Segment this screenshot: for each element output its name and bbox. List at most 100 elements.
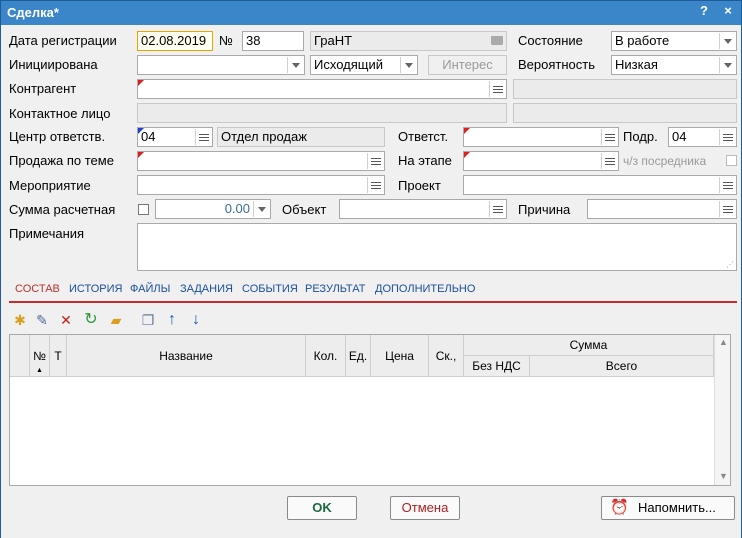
event-label: Мероприятие bbox=[9, 178, 91, 193]
scroll-down-icon[interactable]: ▼ bbox=[719, 471, 728, 481]
interest-button[interactable]: Интерес bbox=[428, 55, 507, 75]
help-button[interactable]: ? bbox=[695, 3, 713, 18]
ok-button[interactable]: OK bbox=[287, 496, 357, 520]
folder-open-icon[interactable]: ▰ bbox=[107, 311, 125, 329]
sort-asc-icon: ▲ bbox=[36, 367, 43, 374]
grid-col-discount[interactable]: Ск., bbox=[429, 335, 464, 377]
tab-composition[interactable]: СОСТАВ bbox=[15, 283, 60, 295]
tab-history[interactable]: ИСТОРИЯ bbox=[69, 283, 122, 295]
tab-additional[interactable]: ДОПОЛНИТЕЛЬНО bbox=[375, 283, 475, 295]
sum-input[interactable]: 0.00 bbox=[155, 199, 271, 219]
grid-col-qty[interactable]: Кол. bbox=[306, 335, 346, 377]
grid-col-t[interactable]: Т bbox=[50, 335, 67, 377]
form-content: Дата регистрации 02.08.2019 № 38 ГраНТ С… bbox=[1, 25, 741, 538]
folder-icon[interactable] bbox=[491, 36, 503, 45]
tab-events[interactable]: СОБЫТИЯ bbox=[242, 283, 298, 295]
direction-select[interactable]: Исходящий bbox=[310, 55, 418, 75]
sale-topic-input[interactable] bbox=[137, 151, 385, 171]
object-label: Объект bbox=[282, 202, 327, 217]
refresh-icon[interactable]: ↻ bbox=[82, 311, 100, 329]
counterparty-label: Контрагент bbox=[9, 81, 77, 96]
division-value: 04 bbox=[672, 129, 687, 144]
list-icon[interactable] bbox=[489, 81, 505, 97]
state-label: Состояние bbox=[518, 33, 583, 48]
alarm-clock-icon: ⏰ bbox=[610, 499, 629, 516]
scroll-up-icon[interactable]: ▲ bbox=[719, 337, 728, 347]
direction-value: Исходящий bbox=[314, 57, 383, 72]
probability-value: Низкая bbox=[615, 57, 658, 72]
grid-col-sum[interactable]: Сумма bbox=[464, 335, 714, 356]
list-icon[interactable] bbox=[719, 201, 735, 217]
list-icon[interactable] bbox=[489, 201, 505, 217]
counterparty-input[interactable] bbox=[137, 79, 507, 99]
list-icon[interactable] bbox=[719, 129, 735, 145]
delete-icon[interactable]: ✕ bbox=[57, 311, 75, 329]
contact-input[interactable] bbox=[137, 103, 507, 123]
grid-col-no[interactable]: № ▲ bbox=[30, 335, 50, 377]
chevron-down-icon[interactable] bbox=[400, 57, 416, 73]
grid-vertical-scrollbar[interactable]: ▲ ▼ bbox=[714, 335, 730, 485]
window-title: Сделка* bbox=[7, 5, 59, 20]
probability-label: Вероятность bbox=[518, 57, 595, 72]
tab-tasks[interactable]: ЗАДАНИЯ bbox=[180, 283, 233, 295]
reason-input[interactable] bbox=[587, 199, 737, 219]
remind-button[interactable]: ⏰ Напомнить... bbox=[601, 496, 735, 520]
list-icon[interactable] bbox=[195, 129, 211, 145]
list-icon[interactable] bbox=[719, 177, 735, 193]
project-label: Проект bbox=[398, 178, 441, 193]
state-value: В работе bbox=[615, 33, 670, 48]
state-select[interactable]: В работе bbox=[611, 31, 737, 51]
responsible-label: Ответст. bbox=[398, 129, 449, 144]
event-input[interactable] bbox=[137, 175, 385, 195]
chevron-down-icon[interactable] bbox=[719, 33, 735, 49]
resp-center-code-input[interactable]: 04 bbox=[137, 127, 213, 147]
grid-col-unit[interactable]: Ед. bbox=[346, 335, 371, 377]
counterparty-extra-field bbox=[513, 79, 737, 99]
tab-result[interactable]: РЕЗУЛЬТАТ bbox=[305, 283, 365, 295]
close-button[interactable]: × bbox=[719, 3, 737, 18]
division-input[interactable]: 04 bbox=[668, 127, 737, 147]
number-input[interactable]: 38 bbox=[242, 31, 304, 51]
intermediary-label: ч/з посредника bbox=[623, 154, 707, 168]
sum-checkbox[interactable] bbox=[138, 204, 149, 215]
list-icon[interactable] bbox=[601, 153, 617, 169]
items-grid[interactable]: № ▲ Т Название Кол. Ед. Цена Ск., Сумма … bbox=[9, 334, 731, 486]
initiated-label: Инициирована bbox=[9, 57, 98, 72]
notes-textarea[interactable]: ⋰ bbox=[137, 223, 737, 271]
probability-select[interactable]: Низкая bbox=[611, 55, 737, 75]
stage-input[interactable] bbox=[463, 151, 619, 171]
org-field[interactable]: ГраНТ bbox=[310, 31, 507, 51]
grid-col-sum-novat[interactable]: Без НДС bbox=[464, 356, 530, 377]
responsible-input[interactable] bbox=[463, 127, 619, 147]
tab-files[interactable]: ФАЙЛЫ bbox=[130, 283, 170, 295]
stage-label: На этапе bbox=[398, 153, 452, 168]
edit-icon[interactable]: ✎ bbox=[33, 311, 51, 329]
list-icon[interactable] bbox=[367, 177, 383, 193]
new-item-icon[interactable]: ✱ bbox=[11, 311, 29, 329]
copy-icon[interactable]: ❐ bbox=[139, 311, 157, 329]
remind-label: Напомнить... bbox=[638, 500, 716, 515]
sum-label: Сумма расчетная bbox=[9, 202, 116, 217]
chevron-down-icon[interactable] bbox=[719, 57, 735, 73]
sum-value: 0.00 bbox=[224, 201, 250, 216]
arrow-up-icon[interactable]: ↑ bbox=[163, 311, 181, 329]
project-input[interactable] bbox=[463, 175, 737, 195]
arrow-down-icon[interactable]: ↓ bbox=[187, 311, 205, 329]
object-input[interactable] bbox=[339, 199, 507, 219]
tab-underline bbox=[9, 301, 737, 303]
chevron-down-icon[interactable] bbox=[253, 201, 269, 217]
intermediary-checkbox[interactable] bbox=[726, 155, 737, 166]
initiated-select[interactable] bbox=[137, 55, 305, 75]
chevron-down-icon[interactable] bbox=[287, 57, 303, 73]
reason-label: Причина bbox=[518, 202, 571, 217]
grid-col-name[interactable]: Название bbox=[67, 335, 306, 377]
grid-col-price[interactable]: Цена bbox=[371, 335, 429, 377]
list-icon[interactable] bbox=[367, 153, 383, 169]
grid-col-sum-total[interactable]: Всего bbox=[530, 356, 714, 377]
list-icon[interactable] bbox=[601, 129, 617, 145]
contact-extra-field bbox=[513, 103, 737, 123]
cancel-button[interactable]: Отмена bbox=[390, 496, 460, 520]
resize-grip-icon[interactable]: ⋰ bbox=[726, 260, 734, 269]
title-bar: Сделка* ? × bbox=[1, 1, 741, 25]
reg-date-input[interactable]: 02.08.2019 bbox=[137, 31, 213, 51]
